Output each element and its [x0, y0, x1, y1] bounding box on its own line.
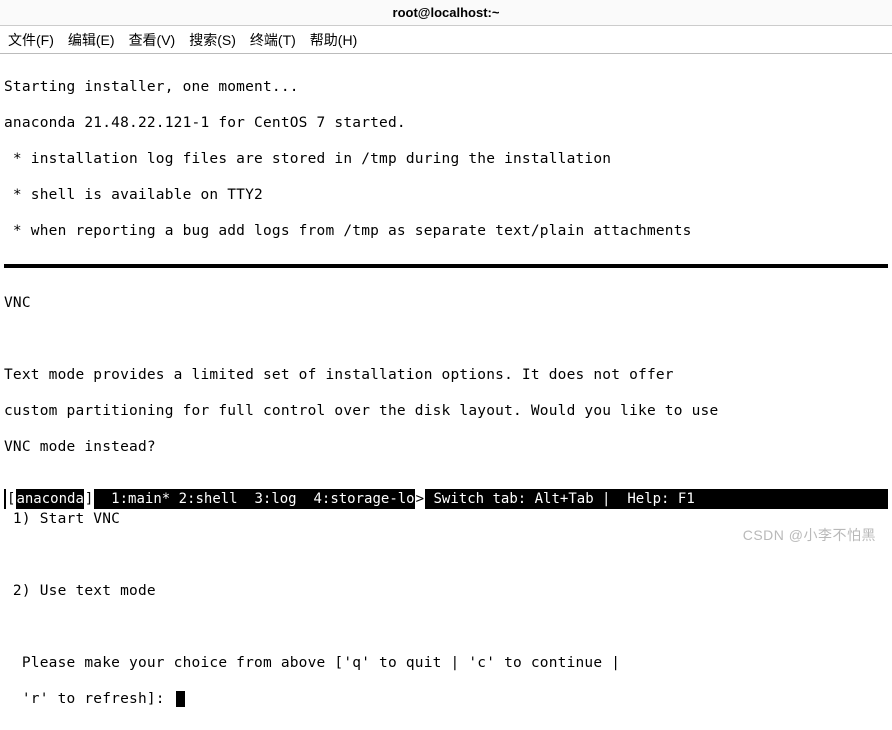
menu-view[interactable]: 查看(V) [129, 30, 176, 50]
prompt-line[interactable]: 'r' to refresh]: [4, 690, 888, 708]
output-line: * shell is available on TTY2 [4, 186, 888, 204]
status-bracket-close: ] [84, 489, 94, 509]
horizontal-rule [4, 264, 888, 268]
menu-edit[interactable]: 编辑(E) [68, 30, 115, 50]
window-title: root@localhost:~ [393, 5, 500, 20]
window-title-bar: root@localhost:~ [0, 0, 892, 26]
output-line: * installation log files are stored in /… [4, 150, 888, 168]
cursor-icon [176, 691, 185, 707]
status-bar: [anaconda] 1:main* 2:shell 3:log 4:stora… [4, 489, 888, 509]
terminal-output[interactable]: Starting installer, one moment... anacon… [0, 54, 892, 730]
status-arrow-icon: > [415, 489, 425, 509]
output-line: Text mode provides a limited set of inst… [4, 366, 888, 384]
prompt-line: Please make your choice from above ['q' … [4, 654, 888, 672]
blank-line [4, 330, 888, 348]
blank-line [4, 546, 888, 564]
menu-search[interactable]: 搜索(S) [189, 30, 236, 50]
status-bracket-open: [ [6, 489, 16, 509]
menu-file[interactable]: 文件(F) [8, 30, 54, 50]
menu-help[interactable]: 帮助(H) [310, 30, 357, 50]
output-line: Starting installer, one moment... [4, 78, 888, 96]
output-line: VNC mode instead? [4, 438, 888, 456]
status-tabs[interactable]: 1:main* 2:shell 3:log 4:storage-lo [94, 489, 414, 509]
menu-bar: 文件(F) 编辑(E) 查看(V) 搜索(S) 终端(T) 帮助(H) [0, 26, 892, 54]
status-app-name: anaconda [16, 489, 83, 509]
status-hint: Switch tab: Alt+Tab | Help: F1 [425, 489, 703, 509]
blank-line [4, 618, 888, 636]
output-line: anaconda 21.48.22.121-1 for CentOS 7 sta… [4, 114, 888, 132]
prompt-text: 'r' to refresh]: [4, 691, 174, 707]
output-line: * when reporting a bug add logs from /tm… [4, 222, 888, 240]
output-line: custom partitioning for full control ove… [4, 402, 888, 420]
option-text-mode: 2) Use text mode [4, 582, 888, 600]
watermark: CSDN @小李不怕黑 [743, 525, 876, 545]
section-title: VNC [4, 294, 888, 312]
menu-terminal[interactable]: 终端(T) [250, 30, 296, 50]
